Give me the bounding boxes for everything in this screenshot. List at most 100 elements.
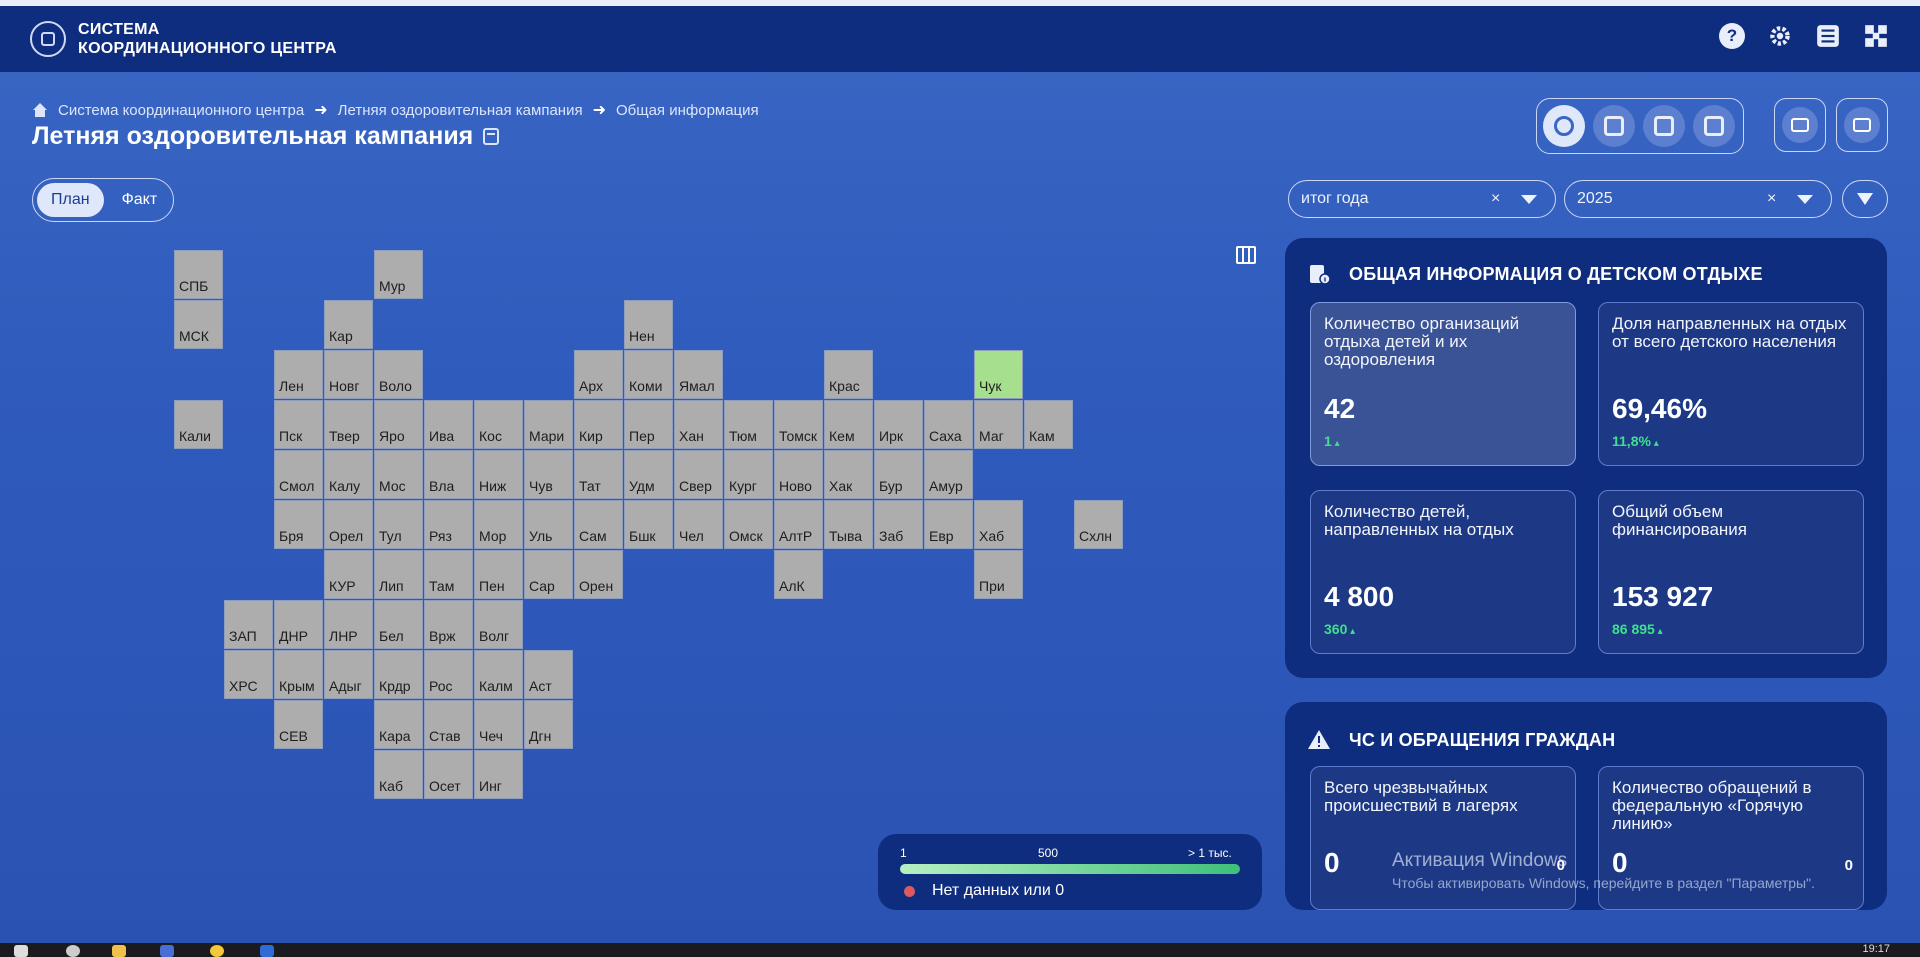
- region-tile[interactable]: Томск: [774, 400, 823, 449]
- breadcrumb-item-campaign[interactable]: Летняя оздоровительная кампания: [338, 102, 583, 119]
- region-tile[interactable]: Нен: [624, 300, 673, 349]
- period-select[interactable]: итог года ×: [1288, 180, 1556, 218]
- logo-icon[interactable]: [30, 21, 66, 57]
- bar-chart-icon[interactable]: [1593, 105, 1635, 147]
- trend-icon[interactable]: [1643, 105, 1685, 147]
- region-tile[interactable]: Бшк: [624, 500, 673, 549]
- region-tile[interactable]: Тат: [574, 450, 623, 499]
- stat-card-organizations[interactable]: Количество организаций отдыха детей и их…: [1310, 302, 1576, 466]
- region-tile[interactable]: Пск: [274, 400, 323, 449]
- calendar-icon[interactable]: [483, 128, 500, 145]
- region-tile[interactable]: Пер: [624, 400, 673, 449]
- region-tile[interactable]: Яро: [374, 400, 423, 449]
- region-tile[interactable]: Кос: [474, 400, 523, 449]
- region-tile[interactable]: При: [974, 550, 1023, 599]
- region-tile[interactable]: Орен: [574, 550, 623, 599]
- region-tile[interactable]: Там: [424, 550, 473, 599]
- region-tile[interactable]: Мор: [474, 500, 523, 549]
- region-tile[interactable]: Кем: [824, 400, 873, 449]
- region-tile[interactable]: Крас: [824, 350, 873, 399]
- region-tile[interactable]: ЛНР: [324, 600, 373, 649]
- region-tile[interactable]: Кург: [724, 450, 773, 499]
- region-tile[interactable]: Ново: [774, 450, 823, 499]
- region-tile[interactable]: Удм: [624, 450, 673, 499]
- region-tile[interactable]: Инг: [474, 750, 523, 799]
- clock-chart-icon[interactable]: [1693, 105, 1735, 147]
- region-tile[interactable]: Сам: [574, 500, 623, 549]
- region-tile[interactable]: Амур: [924, 450, 973, 499]
- region-tile[interactable]: ХРС: [224, 650, 273, 699]
- region-tile[interactable]: Бря: [274, 500, 323, 549]
- region-tile[interactable]: Мур: [374, 250, 423, 299]
- toggle-plan[interactable]: План: [37, 183, 104, 217]
- region-tile[interactable]: Евр: [924, 500, 973, 549]
- region-tile[interactable]: Хаб: [974, 500, 1023, 549]
- region-tile[interactable]: СПБ: [174, 250, 223, 299]
- filter-reset-button[interactable]: [1842, 180, 1888, 218]
- download-button[interactable]: [1836, 98, 1888, 152]
- region-tile[interactable]: Чук: [974, 350, 1023, 399]
- region-tile[interactable]: Мос: [374, 450, 423, 499]
- region-tile[interactable]: Коми: [624, 350, 673, 399]
- region-tile[interactable]: АлтР: [774, 500, 823, 549]
- region-tile[interactable]: Врж: [424, 600, 473, 649]
- region-tile[interactable]: Схлн: [1074, 500, 1123, 549]
- toggle-fact[interactable]: Факт: [108, 183, 172, 217]
- region-tile[interactable]: Лип: [374, 550, 423, 599]
- region-tile[interactable]: Крым: [274, 650, 323, 699]
- clear-icon[interactable]: ×: [1491, 190, 1500, 208]
- start-icon[interactable]: [14, 945, 28, 957]
- region-tile[interactable]: Ямал: [674, 350, 723, 399]
- help-icon[interactable]: ?: [1718, 22, 1746, 50]
- app-icon[interactable]: [160, 945, 174, 957]
- region-tile[interactable]: Вла: [424, 450, 473, 499]
- folder-icon[interactable]: [112, 945, 126, 957]
- stat-card-financing[interactable]: Общий объем финансирования 153 927 86 89…: [1598, 490, 1864, 654]
- region-tile[interactable]: Бур: [874, 450, 923, 499]
- region-tile[interactable]: Лен: [274, 350, 323, 399]
- home-icon[interactable]: [32, 102, 48, 118]
- browser-icon[interactable]: [210, 945, 224, 957]
- region-tile[interactable]: Кара: [374, 700, 423, 749]
- region-tile[interactable]: Осет: [424, 750, 473, 799]
- gear-icon[interactable]: [1766, 22, 1794, 50]
- region-tile[interactable]: Калм: [474, 650, 523, 699]
- region-tile[interactable]: Пен: [474, 550, 523, 599]
- chevron-down-icon[interactable]: [1797, 194, 1813, 204]
- region-tile[interactable]: Ирк: [874, 400, 923, 449]
- region-tile[interactable]: Ива: [424, 400, 473, 449]
- region-tile[interactable]: Новг: [324, 350, 373, 399]
- region-tile[interactable]: Адыг: [324, 650, 373, 699]
- screenshot-button[interactable]: [1774, 98, 1826, 152]
- region-tile[interactable]: Чув: [524, 450, 573, 499]
- region-tile[interactable]: СЕВ: [274, 700, 323, 749]
- region-tile[interactable]: Чел: [674, 500, 723, 549]
- region-tile[interactable]: Кир: [574, 400, 623, 449]
- region-tile[interactable]: Мари: [524, 400, 573, 449]
- stat-card-children[interactable]: Количество детей, направленных на отдых …: [1310, 490, 1576, 654]
- region-tile[interactable]: Чеч: [474, 700, 523, 749]
- region-tile[interactable]: Хак: [824, 450, 873, 499]
- region-tile[interactable]: Волг: [474, 600, 523, 649]
- region-tile[interactable]: Рос: [424, 650, 473, 699]
- grid-icon[interactable]: [1862, 22, 1890, 50]
- region-tile[interactable]: Ниж: [474, 450, 523, 499]
- region-tile[interactable]: Свер: [674, 450, 723, 499]
- year-select[interactable]: 2025 ×: [1564, 180, 1832, 218]
- map-icon[interactable]: [1236, 246, 1256, 264]
- stat-card-share[interactable]: Доля направленных на отдых от всего детс…: [1598, 302, 1864, 466]
- region-tile[interactable]: Смол: [274, 450, 323, 499]
- region-tile[interactable]: Маг: [974, 400, 1023, 449]
- region-tile[interactable]: Арх: [574, 350, 623, 399]
- region-tile[interactable]: Каб: [374, 750, 423, 799]
- region-tile[interactable]: Сар: [524, 550, 573, 599]
- region-tile[interactable]: Твер: [324, 400, 373, 449]
- region-tile[interactable]: Тул: [374, 500, 423, 549]
- region-tile[interactable]: Тыва: [824, 500, 873, 549]
- region-tile[interactable]: Омск: [724, 500, 773, 549]
- region-tile[interactable]: Саха: [924, 400, 973, 449]
- chevron-down-icon[interactable]: [1521, 194, 1537, 204]
- region-tile[interactable]: Хан: [674, 400, 723, 449]
- region-tile[interactable]: Тюм: [724, 400, 773, 449]
- region-tile[interactable]: Бел: [374, 600, 423, 649]
